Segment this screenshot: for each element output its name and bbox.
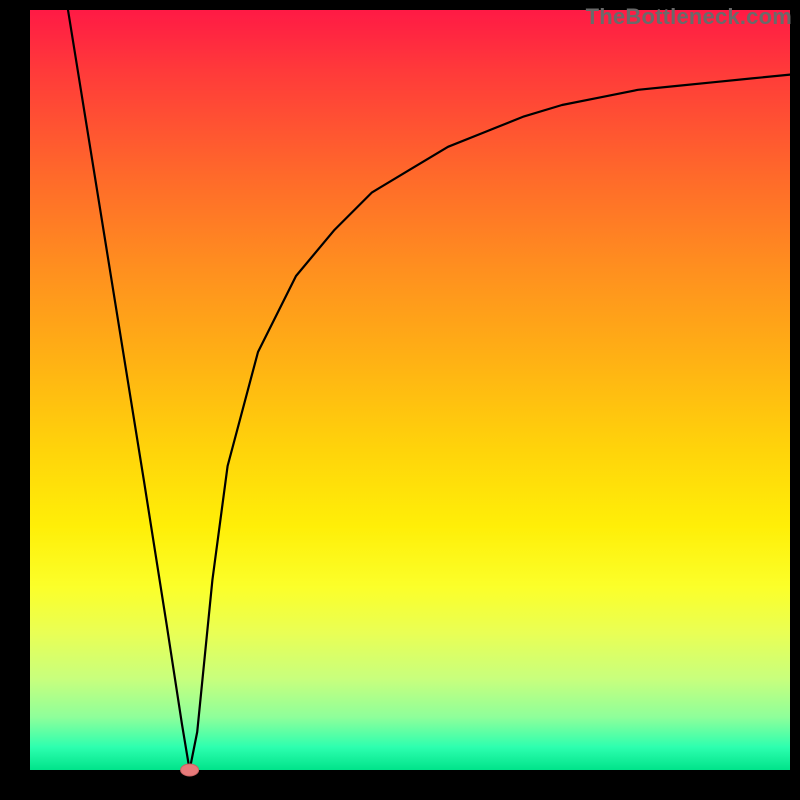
- chart-plot-area: [30, 10, 790, 770]
- bottleneck-curve: [68, 10, 790, 770]
- optimal-point-marker: [181, 764, 199, 776]
- chart-frame: TheBottleneck.com: [0, 0, 800, 800]
- chart-svg: [30, 10, 790, 770]
- watermark-text: TheBottleneck.com: [586, 4, 792, 30]
